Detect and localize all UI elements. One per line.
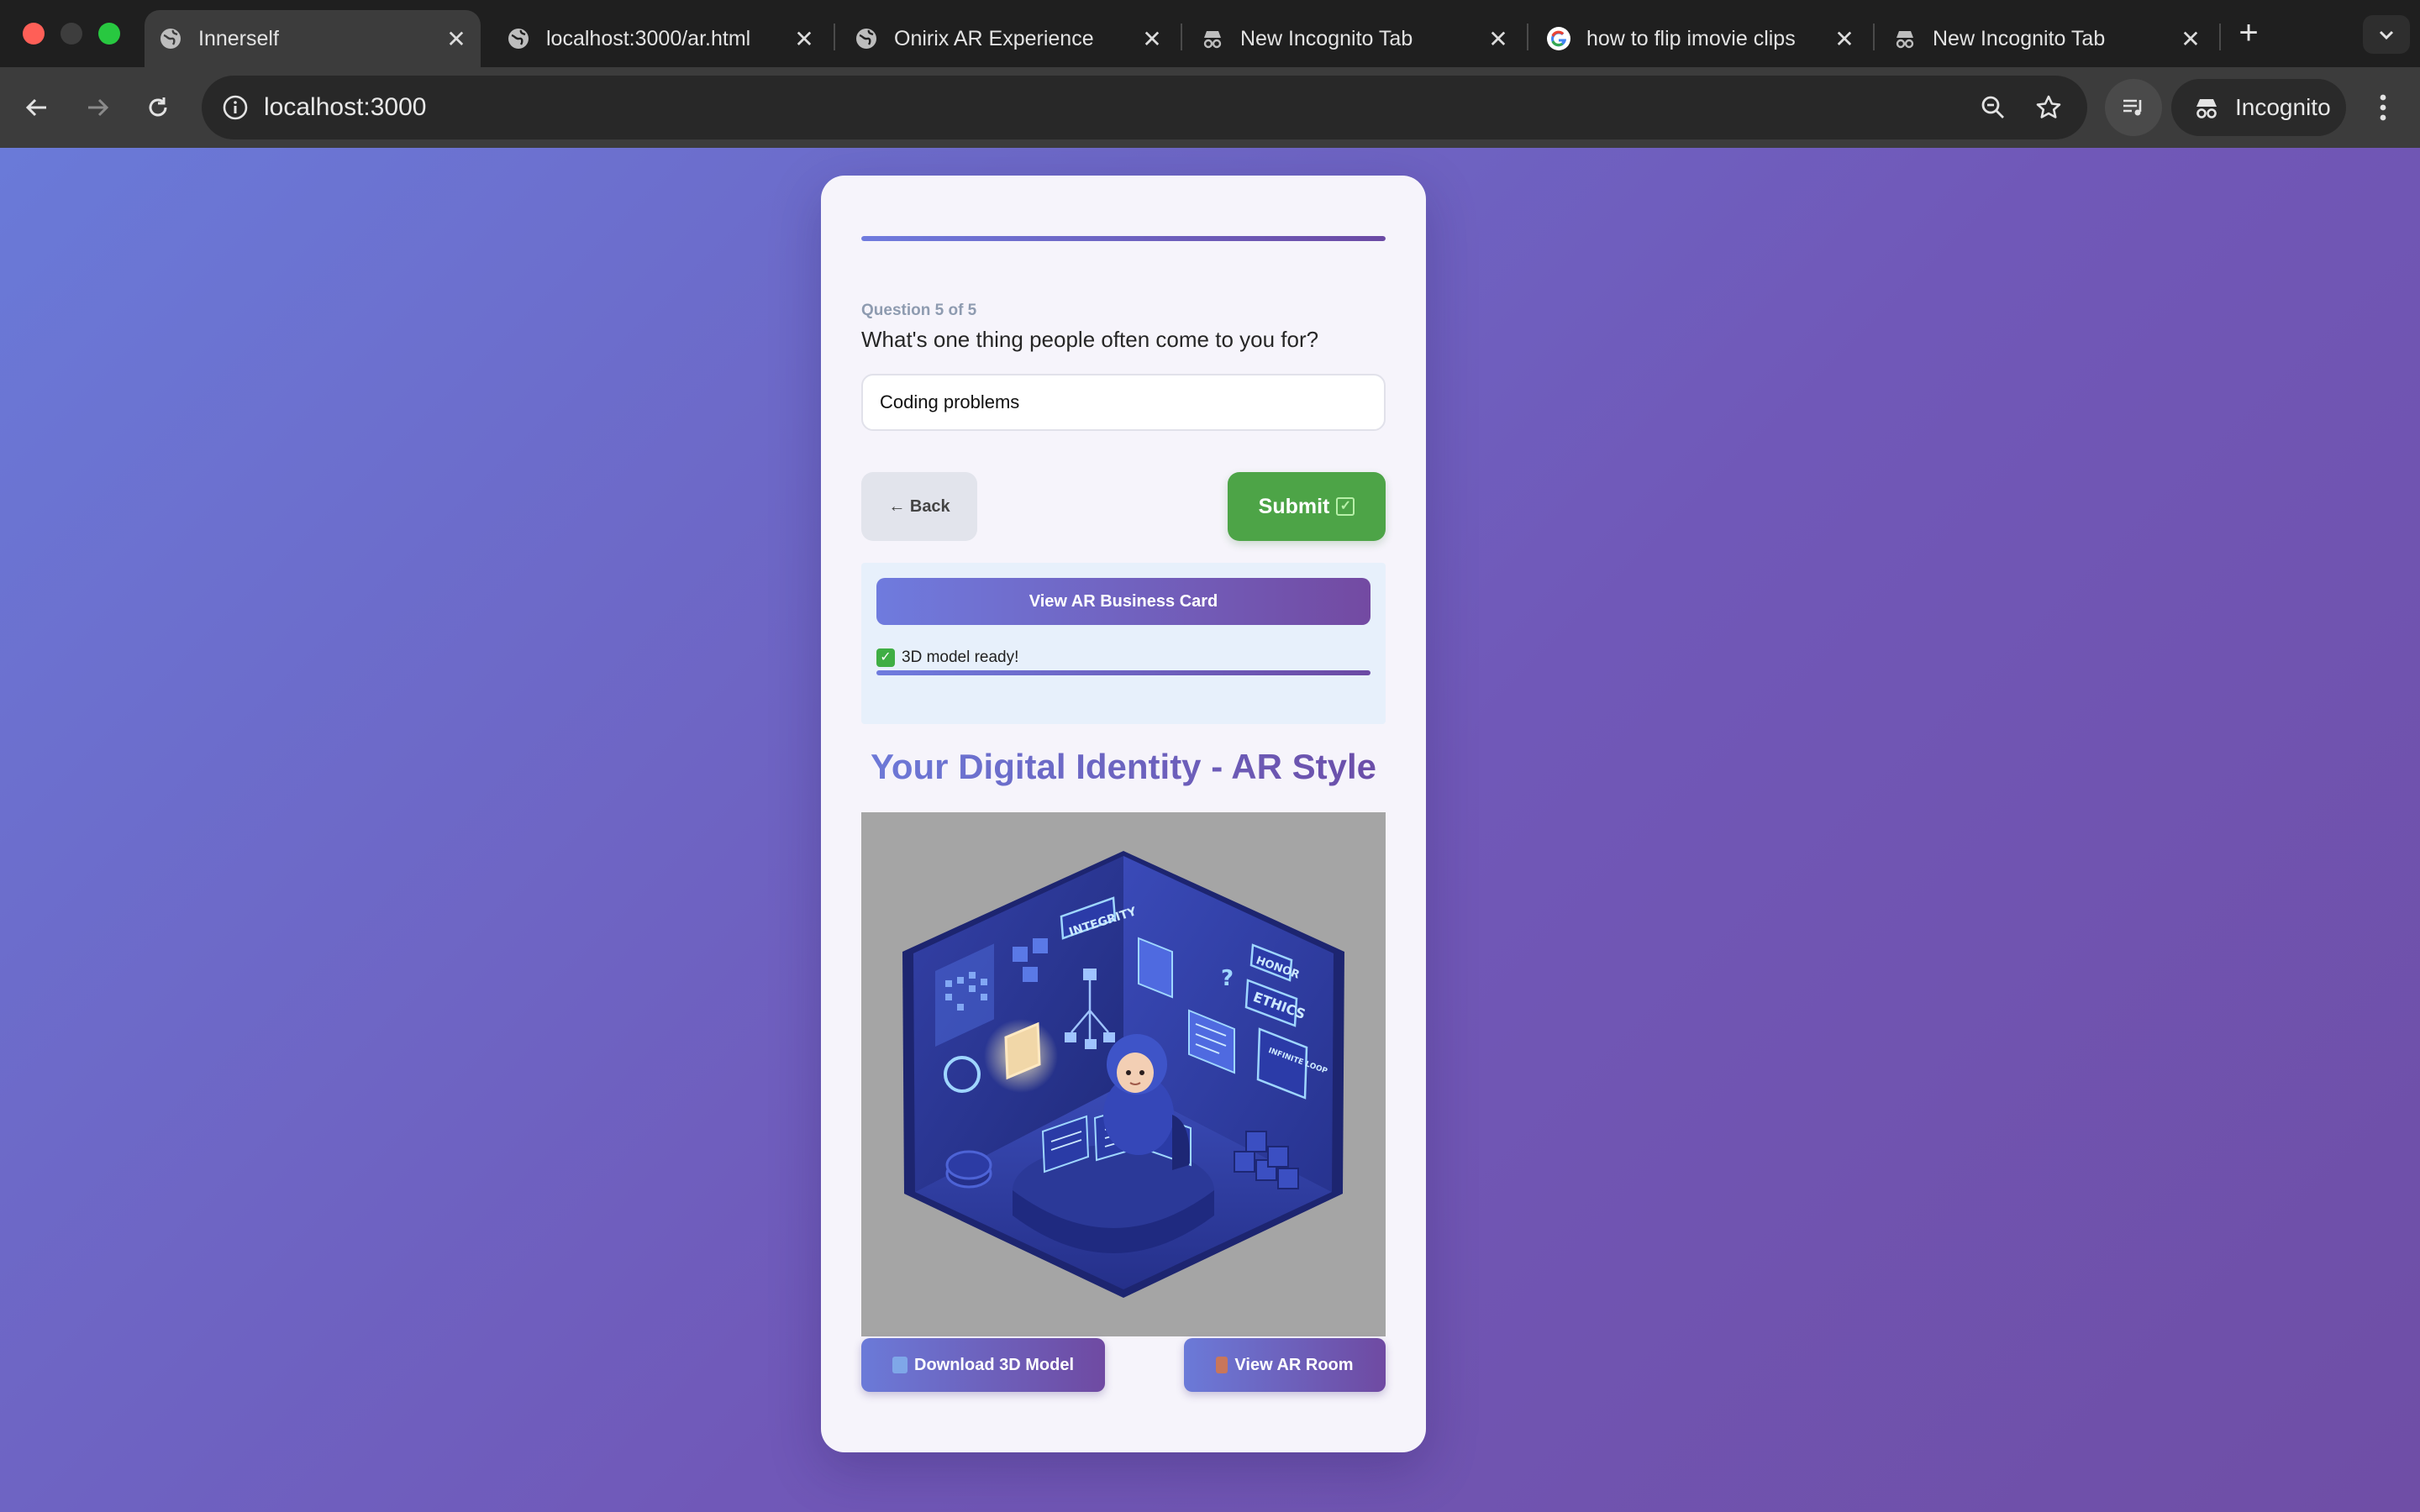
ar-card-button-label: View AR Business Card [1028, 591, 1218, 611]
question-counter: Question 5 of 5 [861, 302, 977, 319]
browser-tab[interactable]: how to flip imovie clips ✕ [1533, 10, 1869, 67]
incognito-profile-button[interactable]: Incognito [2171, 79, 2346, 136]
close-icon[interactable]: ✕ [1486, 26, 1511, 52]
arrow-right-icon [88, 98, 109, 117]
tab-search-button[interactable] [2363, 15, 2410, 54]
tab-title: how to flip imovie clips [1586, 26, 1796, 50]
globe-icon [506, 26, 531, 51]
close-icon[interactable]: ✕ [1139, 26, 1165, 52]
more-vert-icon [2380, 94, 2386, 121]
submit-button[interactable]: Submit ✓ [1228, 472, 1386, 541]
back-nav-button[interactable] [17, 87, 57, 128]
url-text[interactable]: localhost:3000 [264, 76, 426, 139]
chevron-down-icon [2379, 30, 2394, 40]
incognito-icon [2190, 91, 2223, 124]
new-tab-button[interactable]: + [2232, 16, 2265, 50]
browser-tab[interactable]: localhost:3000/ar.html ✕ [492, 10, 829, 67]
identity-title: Your Digital Identity - AR Style [821, 747, 1426, 787]
tab-title: Innerself [198, 26, 279, 50]
browser-tab[interactable]: Onirix AR Experience ✕ [840, 10, 1176, 67]
browser-tab[interactable]: New Incognito Tab ✕ [1879, 10, 2215, 67]
incognito-icon [1200, 26, 1225, 51]
globe-icon [158, 26, 183, 51]
download-icon [892, 1357, 908, 1373]
download-3d-model-button[interactable]: Download 3D Model [861, 1338, 1105, 1392]
google-icon [1546, 26, 1571, 51]
view-ar-room-button[interactable]: View AR Room [1184, 1338, 1386, 1392]
site-info-icon[interactable] [215, 87, 255, 128]
browser-tab-strip: Innerself ✕ localhost:3000/ar.html ✕ Oni… [0, 0, 2420, 67]
window-maximize-button[interactable] [98, 23, 120, 45]
model-status: ✓ 3D model ready! [876, 648, 1018, 667]
tab-title: New Incognito Tab [1240, 26, 1413, 50]
view-ar-business-card-button[interactable]: View AR Business Card [876, 578, 1370, 625]
media-queue-icon [2123, 99, 2142, 116]
profile-label: Incognito [2235, 94, 2331, 120]
submit-button-label: Submit [1258, 494, 1330, 518]
window-minimize-button[interactable] [60, 23, 82, 45]
answer-input[interactable] [861, 374, 1386, 431]
tab-separator [834, 24, 835, 50]
door-icon [1216, 1357, 1228, 1373]
quiz-card: Question 5 of 5 What's one thing people … [821, 176, 1426, 1452]
check-mark-icon: ✓ [876, 648, 895, 667]
address-bar[interactable]: localhost:3000 [202, 76, 2087, 139]
zoom-icon[interactable] [1975, 89, 2012, 126]
close-icon[interactable]: ✕ [792, 26, 817, 52]
tab-separator [2219, 24, 2221, 50]
globe-icon [854, 26, 879, 51]
close-icon[interactable]: ✕ [2178, 26, 2203, 52]
question-mark-sign: ? [1221, 966, 1234, 991]
browser-tab[interactable]: New Incognito Tab ✕ [1186, 10, 1523, 67]
arrow-left-icon [25, 98, 46, 117]
download-button-label: Download 3D Model [914, 1355, 1074, 1374]
browser-toolbar: localhost:3000 Incognito [0, 67, 2420, 148]
quiz-progress-bar [861, 236, 1386, 241]
tab-separator [1527, 24, 1528, 50]
isometric-room-illustration: INTEGRITY HONOR ETHICS INFINITE LOOP ? [902, 851, 1344, 1298]
media-controls-button[interactable] [2105, 79, 2162, 136]
model-status-text: 3D model ready! [902, 648, 1019, 666]
model-progress-bar [876, 670, 1370, 675]
close-icon[interactable]: ✕ [1832, 26, 1857, 52]
checkbox-check-icon: ✓ [1336, 497, 1355, 516]
tab-title: New Incognito Tab [1933, 26, 2106, 50]
browser-menu-button[interactable] [2366, 87, 2400, 128]
ar-model-preview: INTEGRITY HONOR ETHICS INFINITE LOOP ? [861, 812, 1386, 1336]
forward-nav-button[interactable] [77, 87, 118, 128]
page-viewport: Question 5 of 5 What's one thing people … [0, 148, 2420, 1512]
browser-tab[interactable]: Innerself ✕ [145, 10, 481, 67]
model-progress-fill [876, 670, 1370, 675]
question-text: What's one thing people often come to yo… [861, 327, 1319, 352]
close-icon[interactable]: ✕ [444, 26, 469, 52]
tab-title: Onirix AR Experience [894, 26, 1094, 50]
bookmark-star-icon[interactable] [2030, 89, 2067, 126]
room-button-label: View AR Room [1234, 1355, 1354, 1374]
incognito-icon [1892, 26, 1918, 51]
tab-title: localhost:3000/ar.html [546, 26, 751, 50]
tab-separator [1181, 24, 1182, 50]
quiz-progress-fill [861, 236, 1386, 241]
back-button[interactable]: ← Back [861, 472, 977, 541]
back-button-label: ← Back [888, 496, 950, 516]
reload-button[interactable] [138, 87, 178, 128]
reload-icon [149, 97, 167, 117]
ar-status-panel: View AR Business Card ✓ 3D model ready! [861, 563, 1386, 724]
window-close-button[interactable] [23, 23, 45, 45]
tab-separator [1873, 24, 1875, 50]
